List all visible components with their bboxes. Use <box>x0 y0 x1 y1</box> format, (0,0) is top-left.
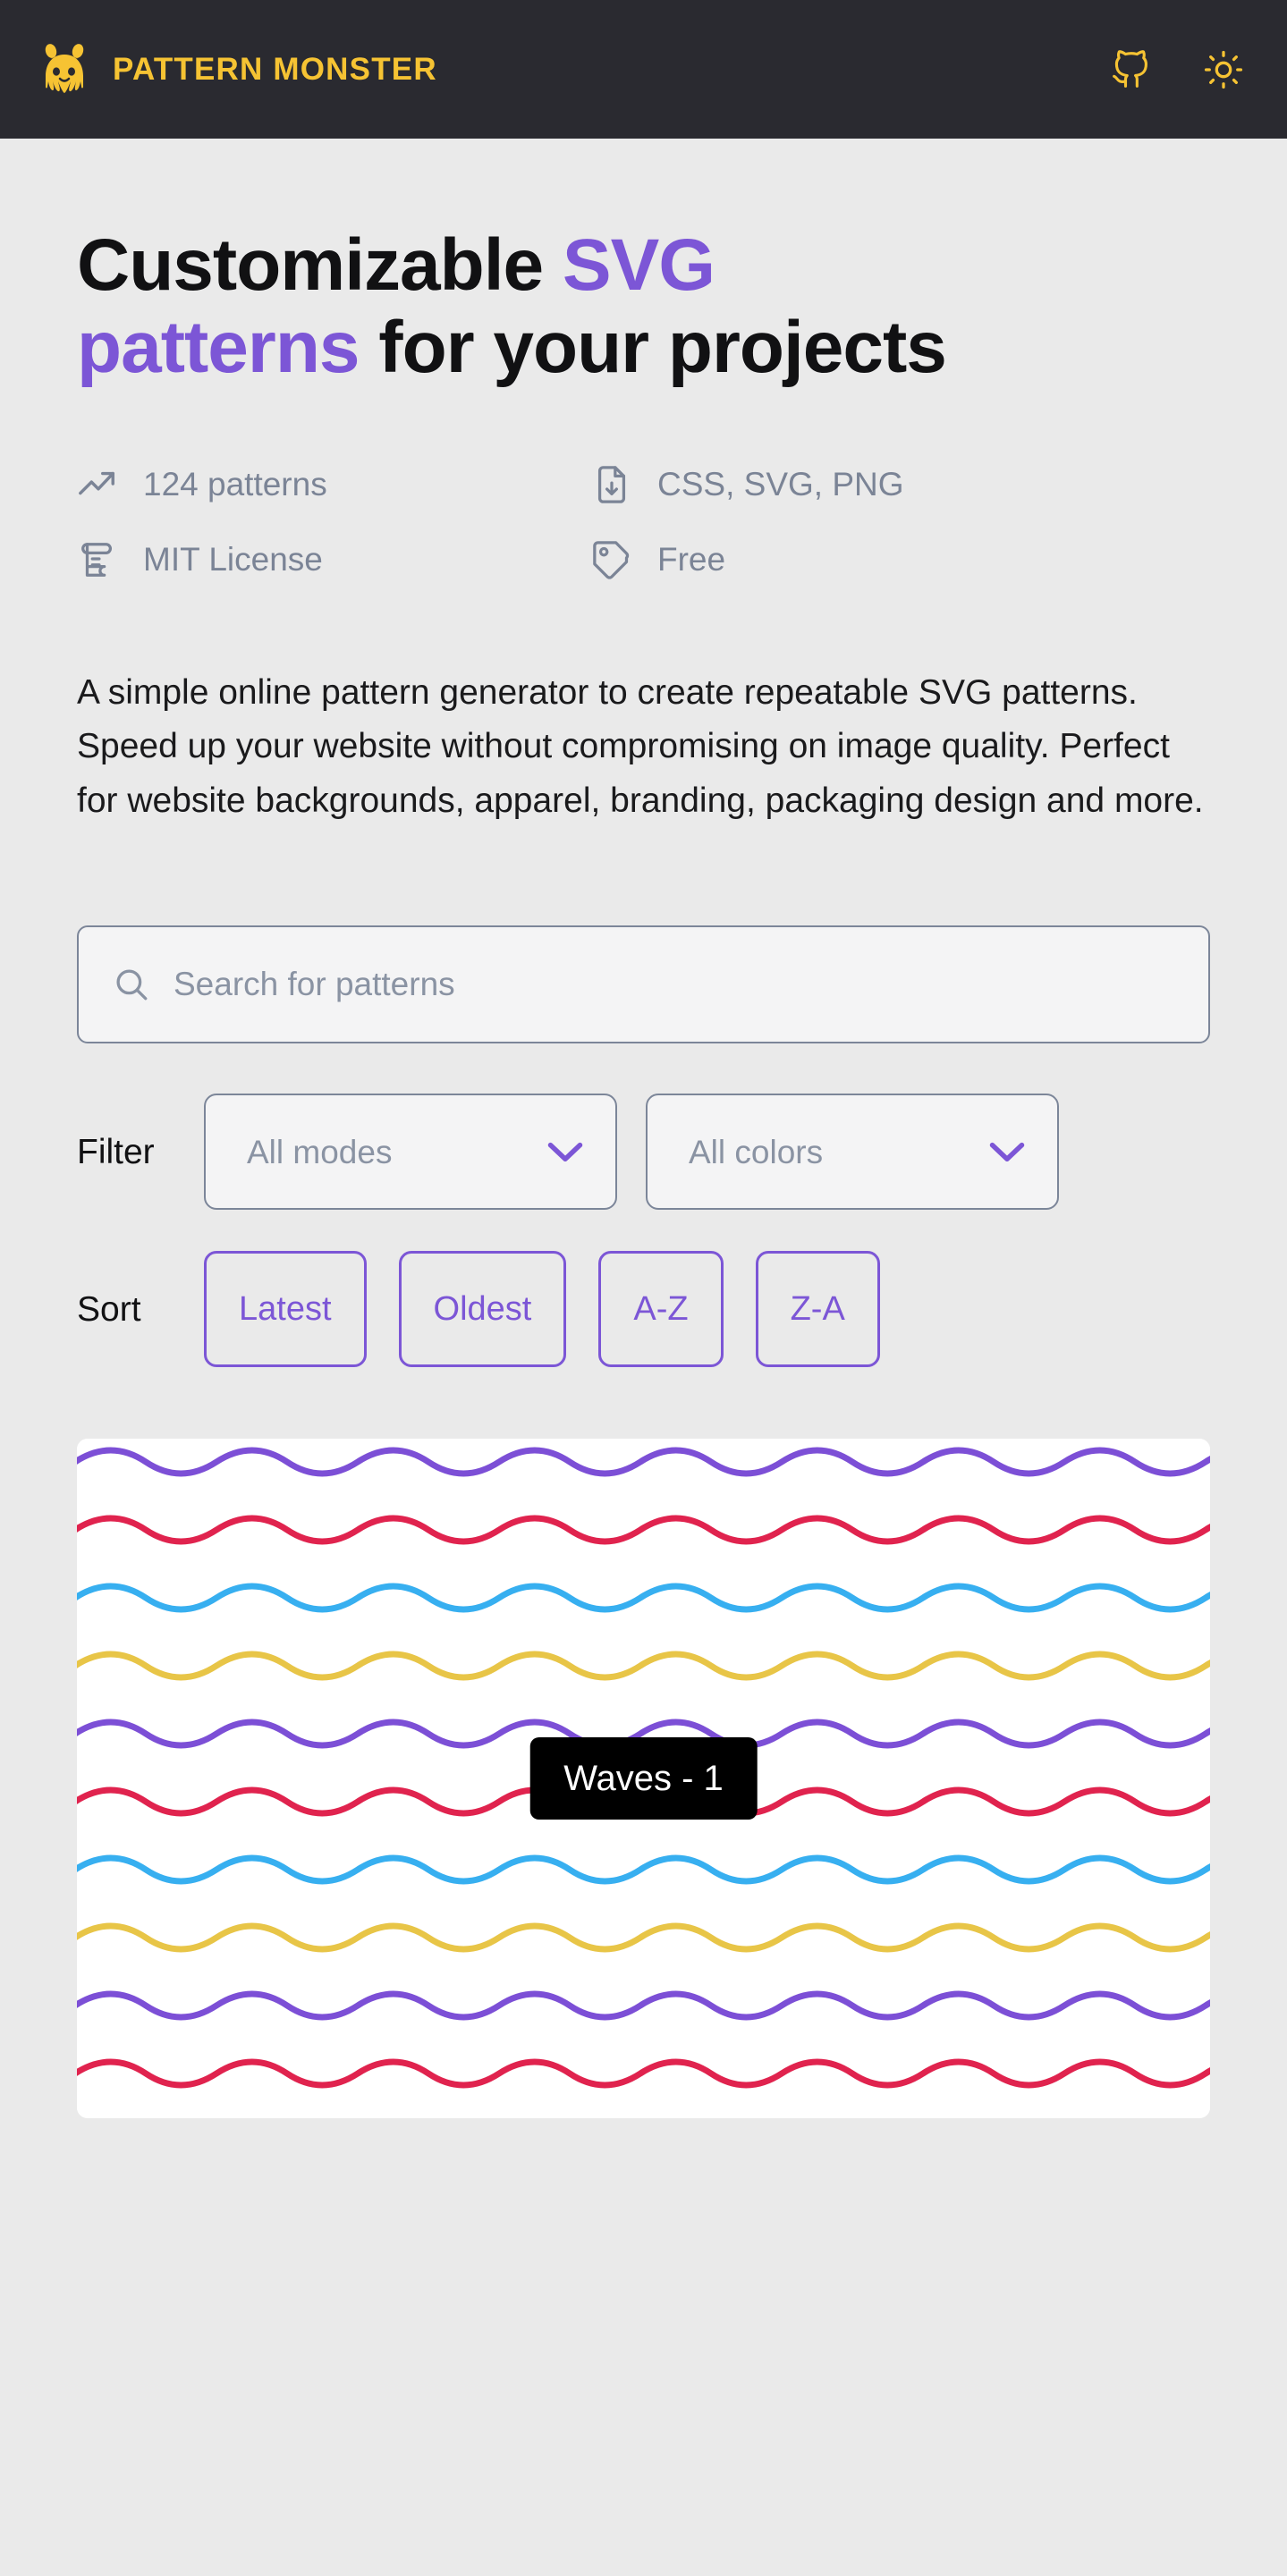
sort-button-za[interactable]: Z-A <box>755 1251 880 1368</box>
filter-modes-value: All modes <box>247 1133 393 1170</box>
site-header: PATTERN MONSTER <box>0 0 1287 139</box>
pattern-name-label: Waves - 1 <box>529 1737 758 1820</box>
filter-row: Filter All modes All colors <box>77 1094 1210 1211</box>
search-icon <box>113 966 150 1003</box>
stat-label: CSS, SVG, PNG <box>657 466 904 503</box>
stat-license: MIT License <box>77 539 591 580</box>
filter-label: Filter <box>77 1132 155 1171</box>
monster-logo-icon <box>39 42 89 97</box>
filter-colors-value: All colors <box>689 1133 824 1170</box>
sun-icon[interactable] <box>1203 49 1244 90</box>
stat-patterns: 124 patterns <box>77 464 591 505</box>
tag-icon <box>591 539 632 580</box>
filter-select-modes[interactable]: All modes <box>204 1094 617 1211</box>
license-scroll-icon <box>77 539 118 580</box>
brand-link[interactable]: PATTERN MONSTER <box>39 42 437 97</box>
title-text-1: Customizable <box>77 224 563 306</box>
sort-row: Sort Latest Oldest A-Z Z-A <box>77 1251 1210 1368</box>
sort-button-az[interactable]: A-Z <box>598 1251 724 1368</box>
file-download-icon <box>591 464 632 505</box>
sort-label: Sort <box>77 1289 141 1329</box>
sort-button-group: Latest Oldest A-Z Z-A <box>204 1251 880 1368</box>
stats-list: 124 patterns CSS, SVG, PNG MIT License F… <box>77 464 1210 580</box>
stat-label: Free <box>657 541 726 579</box>
page-description: A simple online pattern generator to cre… <box>77 672 1204 821</box>
stat-price: Free <box>591 539 1210 580</box>
trending-up-icon <box>77 464 118 505</box>
header-actions <box>1110 49 1244 90</box>
sort-button-latest[interactable]: Latest <box>204 1251 367 1368</box>
page-title: Customizable SVG patterns for your proje… <box>77 224 1016 389</box>
filter-select-colors[interactable]: All colors <box>646 1094 1059 1211</box>
search-box[interactable] <box>77 925 1210 1044</box>
main-content: Customizable SVG patterns for your proje… <box>0 224 1287 2119</box>
stat-label: MIT License <box>143 541 323 579</box>
search-input[interactable] <box>174 927 1174 1043</box>
chevron-down-icon <box>546 1139 585 1164</box>
brand-name: PATTERN MONSTER <box>113 52 437 87</box>
github-icon[interactable] <box>1110 49 1151 90</box>
pattern-card-waves-1[interactable]: Waves - 1 <box>77 1439 1210 2119</box>
stat-formats: CSS, SVG, PNG <box>591 464 1210 505</box>
stat-label: 124 patterns <box>143 466 327 503</box>
title-text-2: for your projects <box>359 306 947 388</box>
sort-button-oldest[interactable]: Oldest <box>398 1251 567 1368</box>
chevron-down-icon <box>987 1139 1027 1164</box>
